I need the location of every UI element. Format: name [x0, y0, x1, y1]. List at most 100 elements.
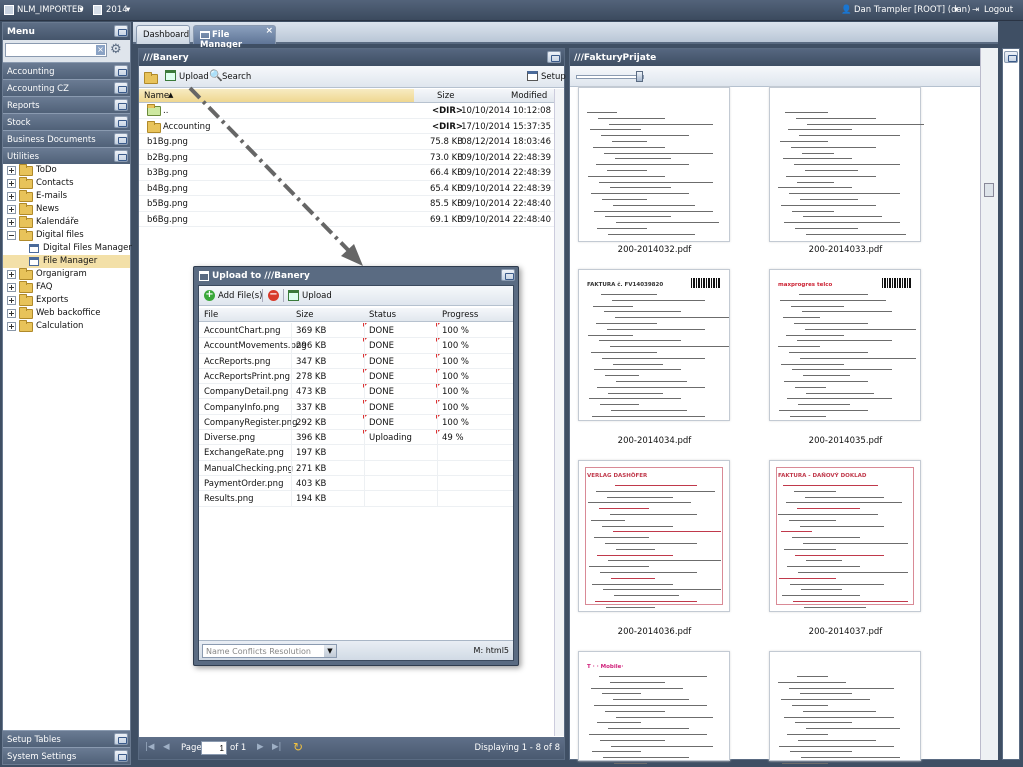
first-page-icon[interactable]: |◀ [145, 742, 154, 752]
pdf-filename[interactable]: 200-2014032.pdf [567, 245, 742, 255]
sidebar-section-utilities[interactable]: Utilities [3, 147, 130, 164]
sidebar-item-calculation[interactable]: Calculation [3, 320, 130, 333]
pdf-thumbnail[interactable]: FAKTURA - DAŇOVÝ DOKLAD [769, 460, 921, 612]
pdf-filename[interactable]: 200-2014037.pdf [758, 627, 933, 637]
upload-row[interactable]: Diverse.png 396 KB Uploading 49 % [199, 430, 513, 446]
expand-icon[interactable] [114, 750, 128, 762]
user-dropdown-icon[interactable]: ▾ [954, 5, 958, 15]
upload-row[interactable]: Results.png 194 KB [199, 491, 513, 507]
upload-row[interactable]: AccReportsPrint.png 278 KB DONE 100 % [199, 368, 513, 385]
sidebar-item-digital-files-manager[interactable]: Digital Files Manager [3, 242, 132, 255]
collapse-sidebar-icon[interactable] [114, 25, 128, 37]
next-page-icon[interactable]: ▶ [257, 742, 264, 752]
expand-panel-icon[interactable] [1004, 51, 1018, 63]
table-row[interactable]: b4Bg.png 65.4 KB 09/10/2014 22:48:39 [139, 181, 554, 196]
table-row[interactable]: b1Bg.png 75.8 KB 08/12/2014 18:03:46 [139, 134, 554, 150]
expand-icon[interactable] [114, 99, 128, 111]
table-row[interactable]: Accounting <DIR> 17/10/2014 15:37:35 [139, 119, 554, 134]
sidebar-section-accounting-cz[interactable]: Accounting CZ [3, 79, 130, 96]
new-folder-icon[interactable] [144, 72, 158, 84]
close-tab-icon[interactable]: × [265, 26, 273, 36]
settings-gear-icon[interactable]: ⚙ [110, 42, 122, 57]
table-row[interactable]: .. <DIR> 10/10/2014 10:12:08 [139, 103, 554, 119]
org-dropdown-icon[interactable]: ▾ [79, 5, 83, 15]
column-name-header[interactable]: Name ▲ [139, 89, 414, 102]
sidebar-item-news[interactable]: News [3, 203, 130, 216]
slider-thumb[interactable] [636, 71, 643, 82]
thumbnail-scrollbar[interactable] [980, 48, 998, 760]
expand-icon[interactable] [114, 733, 128, 745]
file-grid-scrollbar[interactable] [554, 89, 564, 736]
sidebar-item-digital-files[interactable]: Digital files [3, 229, 130, 242]
sidebar-search-input[interactable] [5, 43, 107, 57]
pdf-filename[interactable]: 200-2014035.pdf [758, 436, 933, 446]
pdf-thumbnail[interactable]: maxprogres telco [769, 269, 921, 421]
pdf-thumbnail[interactable]: T · · Mobile· [578, 651, 730, 764]
pdf-thumbnail[interactable] [769, 651, 921, 764]
sidebar-item-organigram[interactable]: Organigram [3, 268, 130, 281]
expand-node-icon[interactable] [7, 296, 16, 305]
column-status-header[interactable]: Status [369, 310, 396, 320]
table-row[interactable]: b3Bg.png 66.4 KB 09/10/2014 22:48:39 [139, 165, 554, 181]
expand-icon[interactable] [114, 65, 128, 77]
search-button[interactable]: Search [222, 72, 251, 82]
upload-row[interactable]: AccountMovements.png 296 KB DONE 100 % [199, 338, 513, 354]
sidebar-item-kalendare[interactable]: Kalendáře [3, 216, 130, 229]
pdf-thumbnail[interactable]: VERLAG DASHÖFER [578, 460, 730, 612]
column-file-header[interactable]: File [204, 310, 218, 320]
upload-button[interactable]: Upload [179, 72, 209, 82]
upload-row[interactable]: AccountChart.png 369 KB DONE 100 % [199, 323, 513, 339]
add-files-button[interactable]: Add File(s) [218, 291, 262, 301]
name-conflicts-select[interactable]: Name Conflicts Resolution ▼ [202, 644, 337, 658]
thumbnail-size-slider[interactable] [576, 75, 644, 79]
table-row[interactable]: b2Bg.png 73.0 KB 09/10/2014 22:48:39 [139, 150, 554, 165]
column-size-header[interactable]: Size [296, 310, 313, 320]
logout-link[interactable]: Logout [984, 5, 1013, 15]
column-size-header[interactable]: Size [437, 91, 454, 101]
sidebar-item-contacts[interactable]: Contacts [3, 177, 130, 190]
expand-icon[interactable] [114, 133, 128, 145]
expand-node-icon[interactable] [7, 179, 16, 188]
sidebar-item-emails[interactable]: E-mails [3, 190, 130, 203]
sidebar-section-stock[interactable]: Stock [3, 113, 130, 130]
close-dialog-icon[interactable] [501, 269, 515, 281]
refresh-icon[interactable]: ↻ [293, 740, 303, 754]
sidebar-section-accounting[interactable]: Accounting [3, 62, 130, 79]
year-selector[interactable]: 2014 [106, 5, 128, 15]
upload-row[interactable]: CompanyDetail.png 473 KB DONE 100 % [199, 384, 513, 400]
clear-search-icon[interactable]: × [96, 45, 105, 55]
expand-node-icon[interactable] [7, 270, 16, 279]
sidebar-section-reports[interactable]: Reports [3, 96, 130, 113]
upload-row[interactable]: ManualChecking.png 271 KB [199, 460, 513, 476]
dropdown-arrow-icon[interactable]: ▼ [324, 645, 336, 657]
year-dropdown-icon[interactable]: ▾ [126, 5, 130, 15]
collapse-icon[interactable] [114, 150, 128, 162]
upload-row[interactable]: AccReports.png 347 KB DONE 100 % [199, 353, 513, 369]
pdf-thumbnail[interactable]: FAKTURA č. FV14039820 [578, 269, 730, 421]
upload-row[interactable]: ExchangeRate.png 197 KB [199, 445, 513, 461]
expand-node-icon[interactable] [7, 192, 16, 201]
expand-node-icon[interactable] [7, 283, 16, 292]
sidebar-section-setup-tables[interactable]: Setup Tables [3, 730, 130, 747]
pdf-thumbnail[interactable] [769, 87, 924, 242]
expand-node-icon[interactable] [7, 205, 16, 214]
collapse-panel-icon[interactable] [547, 51, 561, 63]
pdf-filename[interactable]: 200-2014034.pdf [567, 436, 742, 446]
pdf-filename[interactable]: 200-2014036.pdf [567, 627, 742, 637]
sidebar-item-faq[interactable]: FAQ [3, 281, 130, 294]
scrollbar-thumb[interactable] [984, 183, 994, 197]
remove-file-icon[interactable]: − [268, 290, 279, 301]
expand-node-icon[interactable] [7, 166, 16, 175]
page-number-input[interactable] [201, 741, 227, 755]
upload-row[interactable]: CompanyInfo.png 337 KB DONE 100 % [199, 399, 513, 415]
expand-node-icon[interactable] [7, 322, 16, 331]
last-page-icon[interactable]: ▶| [272, 742, 281, 752]
org-selector[interactable]: NLM_IMPORTED [17, 5, 84, 15]
column-progress-header[interactable]: Progress [442, 310, 478, 320]
pdf-filename[interactable]: 200-2014033.pdf [758, 245, 933, 255]
tab-dashboard[interactable]: Dashboard [136, 25, 190, 44]
setup-button[interactable]: Setup [541, 72, 566, 82]
expand-node-icon[interactable] [7, 218, 16, 227]
sidebar-item-todo[interactable]: ToDo [3, 164, 130, 177]
expand-node-icon[interactable] [7, 309, 16, 318]
